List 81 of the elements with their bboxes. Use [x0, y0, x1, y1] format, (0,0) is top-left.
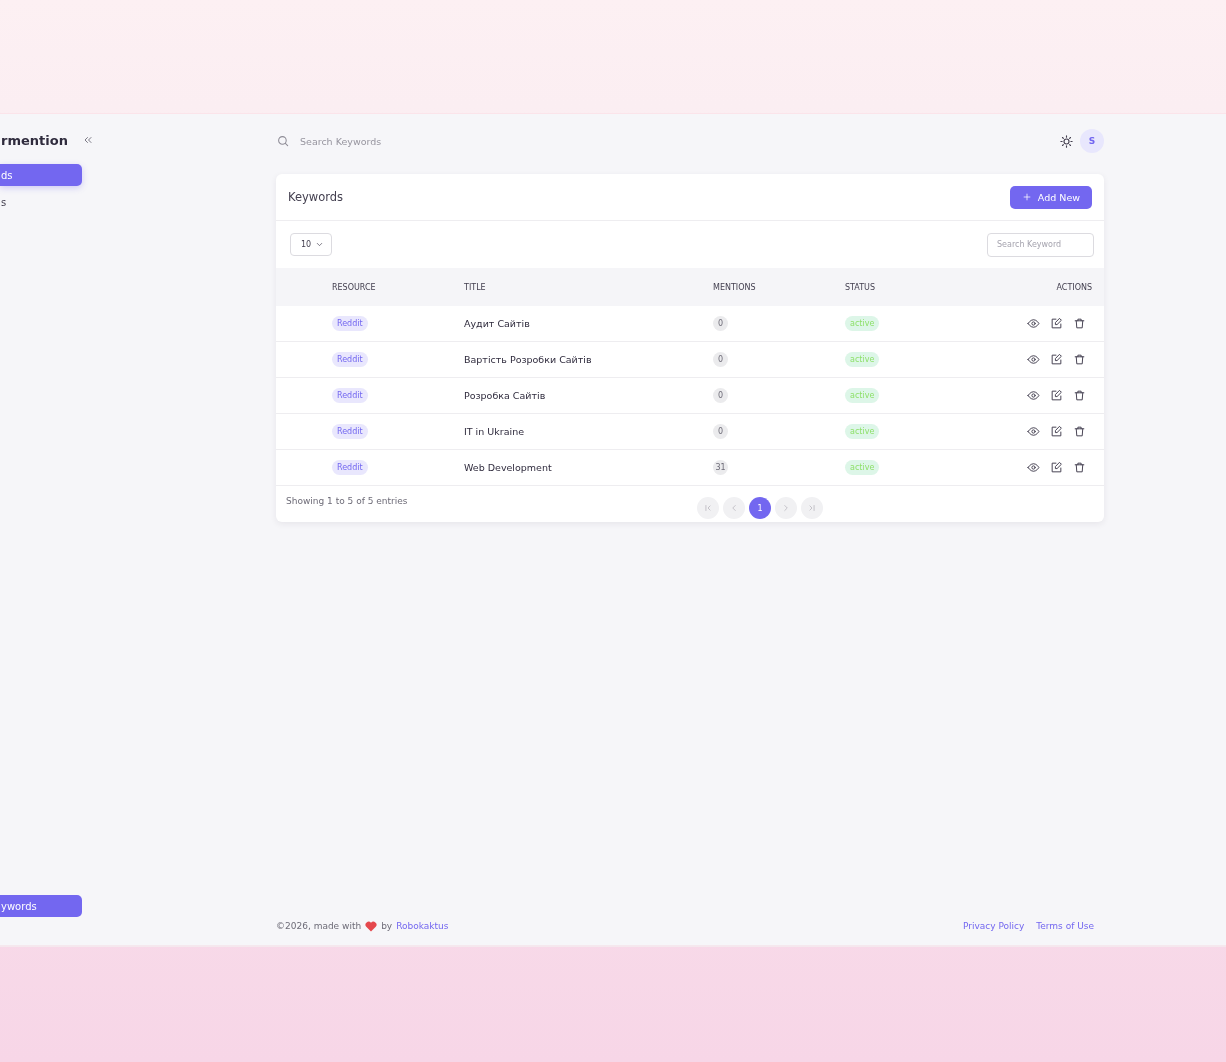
- eye-icon: [1027, 389, 1040, 402]
- delete-button[interactable]: [1073, 425, 1086, 438]
- keyword-title: Аудит Сайтів: [464, 318, 531, 329]
- entries-summary: Showing 1 to 5 of 5 entries: [286, 496, 408, 506]
- user-avatar[interactable]: S: [1080, 129, 1104, 153]
- edit-button[interactable]: [1050, 461, 1063, 474]
- brand-name: rmention: [0, 132, 68, 148]
- search-field[interactable]: Search Keywords: [298, 134, 502, 148]
- delete-button[interactable]: [1073, 461, 1086, 474]
- edit-icon: [1050, 461, 1063, 474]
- resource-tag: Reddit: [332, 388, 368, 403]
- trash-icon: [1073, 389, 1086, 402]
- resource-tag: Reddit: [332, 352, 368, 367]
- column-header: RESOURCE: [332, 282, 377, 292]
- column-header: TITLE: [464, 282, 487, 292]
- view-button[interactable]: [1027, 389, 1040, 402]
- page-size-select[interactable]: 10: [290, 233, 332, 256]
- eye-icon: [1027, 425, 1040, 438]
- edit-icon: [1050, 425, 1063, 438]
- status-tag: active: [845, 388, 880, 403]
- sun-icon: [1059, 133, 1074, 149]
- search-icon: [276, 134, 290, 148]
- edit-icon: [1050, 317, 1063, 330]
- resource-tag: Reddit: [332, 316, 368, 331]
- trash-icon: [1073, 353, 1086, 366]
- sidebar-item[interactable]: ds: [0, 164, 82, 186]
- trash-icon: [1073, 461, 1086, 474]
- status-tag: active: [845, 316, 880, 331]
- trash-icon: [1073, 425, 1086, 438]
- status-tag: active: [845, 424, 880, 439]
- sidebar-item[interactable]: s: [0, 191, 82, 213]
- mentions-count: 0: [713, 424, 728, 439]
- eye-icon: [1027, 461, 1040, 474]
- eye-icon: [1027, 317, 1040, 330]
- author-link[interactable]: Robokaktus: [396, 921, 449, 931]
- column-header: MENTIONS: [713, 282, 757, 292]
- by-text: by: [381, 921, 393, 931]
- view-button[interactable]: [1027, 317, 1040, 330]
- delete-button[interactable]: [1073, 317, 1086, 330]
- edit-button[interactable]: [1050, 425, 1063, 438]
- plus-icon: [1021, 192, 1032, 202]
- edit-button[interactable]: [1050, 317, 1063, 330]
- mentions-count: 0: [713, 316, 728, 331]
- footer-link[interactable]: Privacy Policy: [962, 921, 1025, 931]
- resource-tag: Reddit: [332, 424, 368, 439]
- mentions-count: 0: [713, 352, 728, 367]
- copyright-text: ©2026, made with: [276, 921, 362, 931]
- view-button[interactable]: [1027, 353, 1040, 366]
- delete-button[interactable]: [1073, 353, 1086, 366]
- eye-icon: [1027, 353, 1040, 366]
- edit-button[interactable]: [1050, 353, 1063, 366]
- column-header: STATUS: [845, 282, 876, 292]
- delete-button[interactable]: [1073, 389, 1086, 402]
- edit-button[interactable]: [1050, 389, 1063, 402]
- keyword-title: Вартість Розробки Сайтів: [464, 354, 593, 365]
- keyword-title: IT in Ukraine: [464, 426, 525, 437]
- edit-icon: [1050, 389, 1063, 402]
- trash-icon: [1073, 317, 1086, 330]
- heart-icon: [365, 920, 378, 932]
- edit-icon: [1050, 353, 1063, 366]
- column-header: ACTIONS: [1055, 282, 1093, 292]
- view-button[interactable]: [1027, 425, 1040, 438]
- mentions-count: 0: [713, 388, 728, 403]
- first-page-icon: [703, 503, 713, 513]
- keyword-search-field[interactable]: Search Keyword: [987, 232, 1094, 257]
- card-title: Keywords: [288, 190, 344, 204]
- resource-tag: Reddit: [332, 460, 368, 475]
- page-button[interactable]: 1: [749, 497, 771, 519]
- chevron-right-icon: [781, 503, 791, 513]
- view-button[interactable]: [1027, 461, 1040, 474]
- chevron-down-icon: [315, 240, 325, 249]
- add-new-button[interactable]: Add New: [1009, 185, 1092, 209]
- last-page-icon: [807, 503, 817, 513]
- keyword-title: Розробка Сайтів: [464, 390, 547, 401]
- mentions-count: 31: [713, 460, 728, 475]
- keyword-title: Web Development: [464, 462, 553, 473]
- status-tag: active: [845, 352, 880, 367]
- status-tag: active: [845, 460, 880, 475]
- footer-link[interactable]: Terms of Use: [1036, 921, 1094, 931]
- chevron-left-icon: [729, 503, 739, 513]
- keywords-button[interactable]: ywords: [0, 895, 82, 917]
